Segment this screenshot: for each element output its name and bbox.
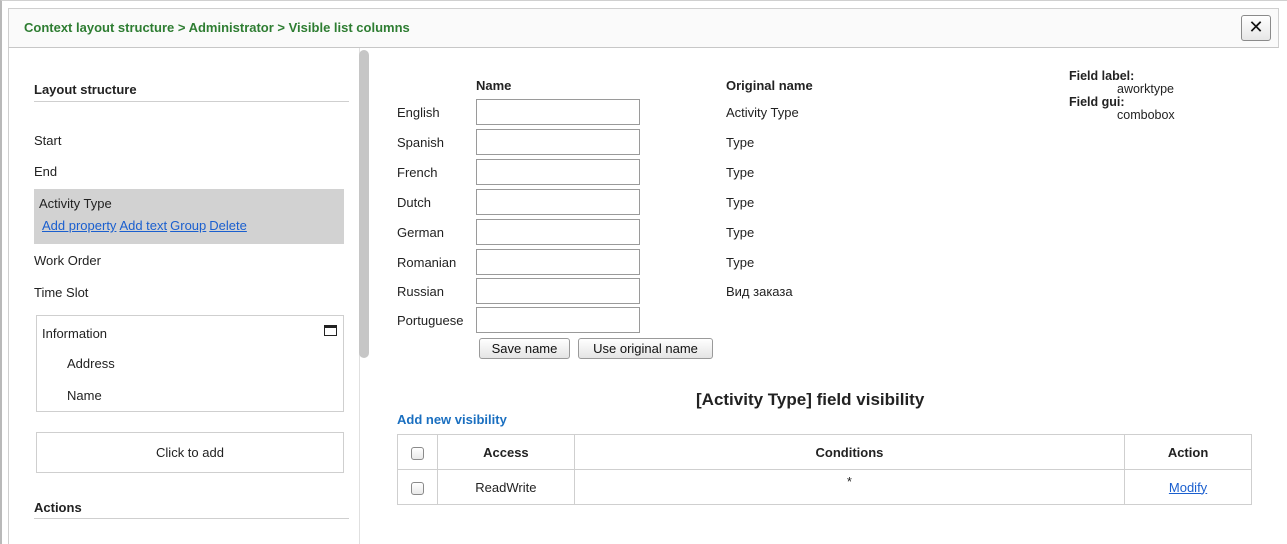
access-cell: ReadWrite — [436, 469, 575, 505]
add-property-link[interactable]: Add property — [42, 218, 116, 233]
original-name: Type — [726, 135, 755, 150]
row-select-cell — [397, 469, 438, 505]
click-to-add-box[interactable]: Click to add — [36, 432, 344, 473]
scrollbar[interactable] — [359, 50, 369, 358]
name-input-english[interactable] — [476, 99, 640, 125]
row-checkbox[interactable] — [410, 481, 424, 495]
original-name: Вид заказа — [726, 284, 793, 299]
field-label-value: aworktype — [1117, 82, 1174, 96]
name-input-spanish[interactable] — [476, 129, 640, 155]
name-input-german[interactable] — [476, 219, 640, 245]
delete-link[interactable]: Delete — [209, 218, 247, 233]
lang-label: French — [397, 165, 438, 180]
lang-label: Spanish — [397, 135, 444, 150]
close-icon: ✕ — [1248, 17, 1264, 37]
section-divider — [34, 518, 349, 519]
original-name: Type — [726, 195, 755, 210]
field-label-key: Field label: — [1069, 69, 1135, 83]
use-original-name-button[interactable]: Use original name — [578, 338, 713, 359]
save-name-button[interactable]: Save name — [479, 338, 570, 359]
section-divider — [34, 101, 349, 102]
lang-label: Portuguese — [397, 313, 464, 328]
select-all-cell — [397, 434, 438, 470]
layout-item-label: Activity Type — [39, 196, 112, 211]
group-item-address[interactable]: Address — [67, 356, 115, 371]
layout-item-end[interactable]: End — [34, 157, 344, 187]
layout-item-time-slot[interactable]: Time Slot — [34, 278, 344, 308]
action-cell: Modify — [1124, 469, 1252, 505]
breadcrumb[interactable]: Context layout structure > Administrator… — [24, 20, 410, 35]
original-name: Type — [726, 225, 755, 240]
group-title: Information — [42, 326, 108, 341]
layout-item-start[interactable]: Start — [34, 126, 344, 156]
modify-link[interactable]: Modify — [1169, 480, 1207, 495]
field-gui-key: Field gui: — [1069, 95, 1125, 109]
group-information[interactable]: Information Address Name — [36, 315, 344, 412]
group-item-name[interactable]: Name — [67, 388, 102, 403]
action-header: Action — [1124, 434, 1252, 470]
group-link[interactable]: Group — [170, 218, 206, 233]
field-gui-value: combobox — [1117, 108, 1175, 122]
access-header: Access — [436, 434, 575, 470]
lang-label: Russian — [397, 284, 444, 299]
original-name: Type — [726, 255, 755, 270]
add-text-link[interactable]: Add text — [119, 218, 167, 233]
layout-item-activity-type[interactable]: Activity Type Add property Add text Group D… — [34, 189, 344, 244]
table-row: ReadWrite * Modify — [397, 469, 1252, 505]
original-name-column-header: Original name — [726, 78, 813, 93]
lang-label: Dutch — [397, 195, 431, 210]
conditions-cell: * — [573, 469, 1126, 505]
lang-label: German — [397, 225, 444, 240]
original-name: Type — [726, 165, 755, 180]
close-button[interactable]: ✕ — [1241, 15, 1271, 41]
select-all-checkbox[interactable] — [410, 446, 424, 460]
layout-item-work-order[interactable]: Work Order — [34, 246, 344, 276]
actions-title: Actions — [34, 500, 82, 515]
layout-structure-title: Layout structure — [34, 82, 137, 97]
visibility-title: [Activity Type] field visibility — [696, 390, 925, 409]
name-input-dutch[interactable] — [476, 189, 640, 215]
name-column-header: Name — [476, 78, 512, 93]
add-new-visibility-link[interactable]: Add new visibility — [397, 412, 507, 427]
window-icon[interactable] — [324, 325, 337, 336]
name-input-russian[interactable] — [476, 278, 640, 304]
name-input-portuguese[interactable] — [476, 307, 640, 333]
lang-label: Romanian — [397, 255, 457, 270]
item-actions: Add property Add text Group Delete — [42, 218, 250, 233]
layout-structure-panel: Layout structure Start End Activity Type… — [8, 48, 360, 544]
original-name: Activity Type — [726, 105, 799, 120]
table-header-row: Access Conditions Action — [397, 434, 1252, 470]
field-editor-panel: Name Original name English Activity Type… — [370, 48, 1287, 544]
name-input-romanian[interactable] — [476, 249, 640, 275]
visibility-table: Access Conditions Action ReadWrite * Mod… — [397, 434, 1252, 505]
dialog-header: Context layout structure > Administrator… — [8, 8, 1279, 48]
name-input-french[interactable] — [476, 159, 640, 185]
lang-label: English — [397, 105, 440, 120]
conditions-header: Conditions — [573, 434, 1126, 470]
